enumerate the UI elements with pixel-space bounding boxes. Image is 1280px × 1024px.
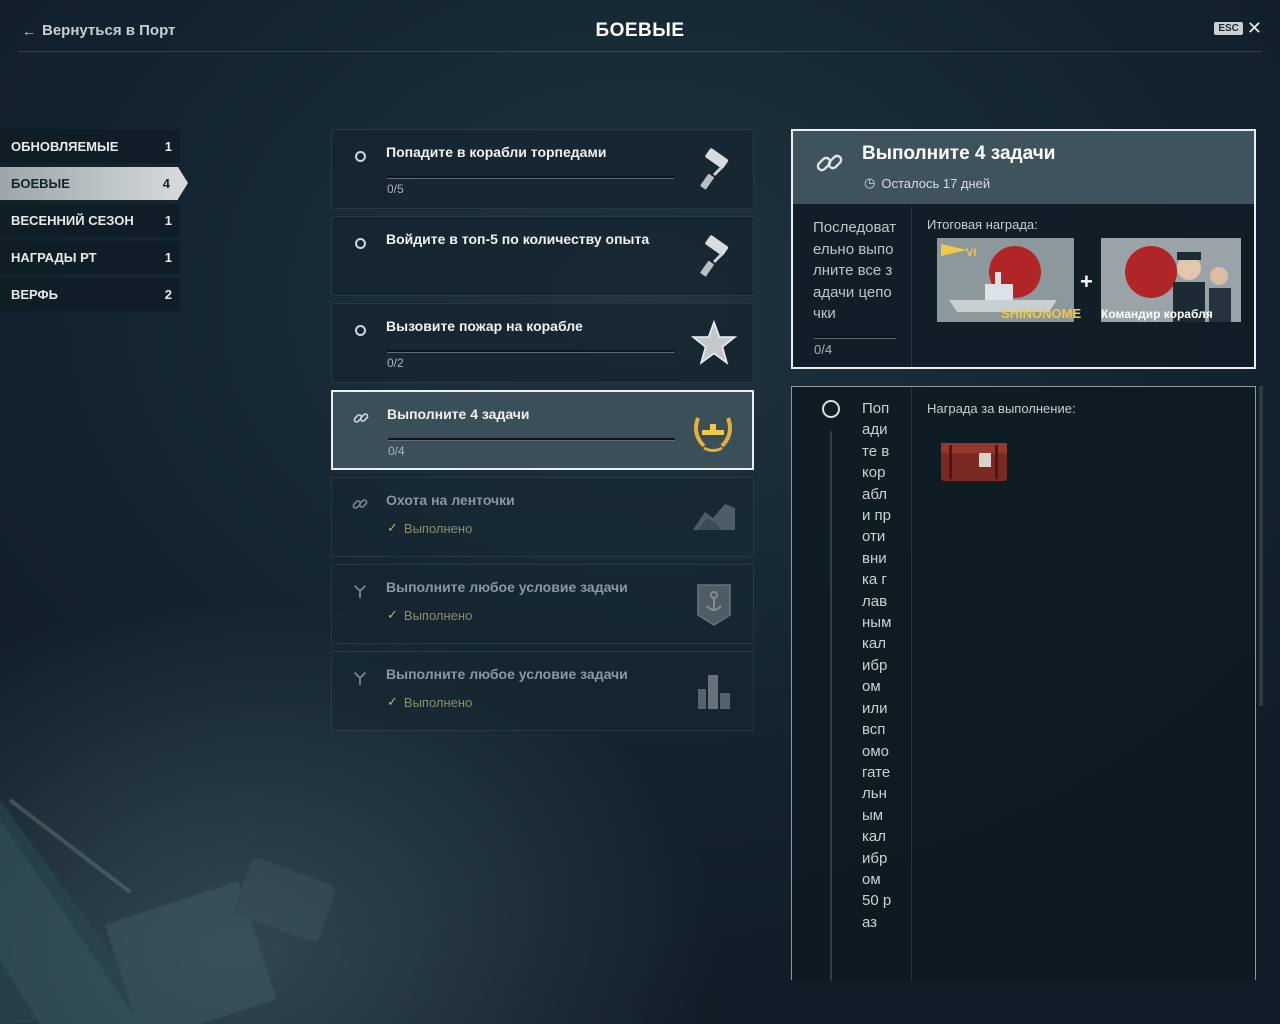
task-card-completed[interactable]: Охота на ленточки ✓ Выполнено — [331, 477, 754, 557]
close-icon: ✕ — [1246, 18, 1262, 38]
task-title: Выполните любое условие задачи — [386, 666, 628, 682]
task-progress: 0/4 — [388, 444, 405, 458]
task-card[interactable]: Вызовите пожар на корабле 0/2 — [331, 303, 754, 383]
chain-description: Последовательно выполните все задачи цеп… — [813, 219, 897, 322]
task-title: Вызовите пожар на корабле — [386, 318, 583, 334]
category-sidebar: ОБНОВЛЯЕМЫЕ 1 БОЕВЫЕ 4 ВЕСЕННИЙ СЕЗОН 1 … — [0, 130, 190, 315]
sidebar-item-label: ВЕСЕННИЙ СЕЗОН — [11, 213, 134, 228]
chain-summary-panel: Выполните 4 задачи ◷ Осталось 17 дней По… — [791, 129, 1256, 369]
task-progress: 0/2 — [387, 356, 404, 370]
task-card-completed[interactable]: Выполните любое условие задачи ✓ Выполне… — [331, 564, 754, 644]
star-icon — [691, 320, 737, 366]
completion-reward-label: Награда за выполнение: — [927, 401, 1076, 416]
circle-icon — [352, 235, 368, 251]
completed-status: ✓ Выполнено — [387, 607, 472, 623]
chain-link-icon — [816, 154, 843, 172]
port-slot-icon — [691, 668, 737, 714]
task-card[interactable]: Попадите в корабли торпедами 0/5 — [331, 129, 754, 209]
ship-tier-badge: VI — [966, 247, 977, 259]
task-card-selected[interactable]: Выполните 4 задачи 0/4 — [331, 390, 754, 470]
branch-icon — [352, 670, 368, 686]
divider — [911, 206, 912, 367]
sidebar-item-label: НАГРАДЫ РТ — [11, 250, 97, 265]
chain-progress: 0/4 — [814, 342, 833, 357]
circle-icon — [822, 400, 840, 418]
chain-link-icon — [353, 410, 369, 426]
camouflage-icon — [691, 494, 737, 540]
supply-crate-icon[interactable] — [939, 437, 1009, 485]
final-reward-label: Итоговая награда: — [927, 217, 1038, 232]
plus-icon: + — [1080, 269, 1093, 294]
checkmark-icon: ✓ — [387, 607, 398, 622]
detail-scrollbar[interactable] — [1259, 386, 1263, 706]
sidebar-item-spring-season[interactable]: ВЕСЕННИЙ СЕЗОН 1 — [0, 204, 180, 237]
task-title: Войдите в топ-5 по количеству опыта — [386, 231, 650, 247]
anchor-badge-icon — [691, 581, 737, 627]
time-remaining-label: Осталось 17 дней — [881, 175, 991, 191]
sidebar-item-count: 1 — [164, 213, 172, 228]
page-title: БОЕВЫЕ — [595, 20, 685, 41]
paint-roller-icon — [691, 233, 737, 279]
task-title: Выполните любое условие задачи — [386, 579, 628, 595]
timeline-line — [830, 431, 832, 980]
header-bar: ← Вернуться в Порт БОЕВЫЕ ESC ✕ — [18, 0, 1262, 52]
chain-link-icon — [352, 496, 368, 512]
task-title: Попадите в корабли торпедами — [386, 144, 607, 160]
paint-roller-icon — [691, 146, 737, 192]
branch-icon — [352, 583, 368, 599]
sidebar-item-label: ВЕРФЬ — [11, 287, 58, 302]
task-card-completed[interactable]: Выполните любое условие задачи ✓ Выполне… — [331, 651, 754, 731]
esc-key-badge: ESC — [1214, 21, 1243, 35]
sidebar-item-count: 2 — [164, 287, 172, 302]
task-card[interactable]: Войдите в топ-5 по количеству опыта — [331, 216, 754, 296]
commander-label: Командир корабля — [1101, 307, 1213, 321]
completed-label: Выполнено — [403, 607, 473, 623]
task-list: Попадите в корабли торпедами 0/5 Войдите… — [331, 129, 754, 738]
sidebar-item-shipyard[interactable]: ВЕРФЬ 2 — [0, 278, 180, 311]
completed-status: ✓ Выполнено — [387, 520, 472, 536]
task-title: Охота на ленточки — [386, 492, 515, 508]
completed-status: ✓ Выполнено — [387, 694, 472, 710]
time-remaining: ◷ Осталось 17 дней — [864, 175, 990, 191]
sidebar-item-label: ОБНОВЛЯЕМЫЕ — [11, 139, 119, 154]
sidebar-item-updatable[interactable]: ОБНОВЛЯЕМЫЕ 1 — [0, 130, 180, 163]
clock-icon: ◷ — [864, 175, 876, 190]
checkmark-icon: ✓ — [387, 694, 398, 709]
checkmark-icon: ✓ — [387, 520, 398, 535]
sidebar-item-combat[interactable]: БОЕВЫЕ 4 — [0, 167, 188, 200]
chain-title: Выполните 4 задачи — [862, 143, 1056, 164]
task-progress: 0/5 — [387, 182, 404, 196]
task-detail-panel: Попадите в корабли противника главным ка… — [791, 386, 1256, 980]
completed-label: Выполнено — [403, 520, 473, 536]
sidebar-item-count: 1 — [164, 139, 172, 154]
divider — [911, 387, 912, 980]
sidebar-item-count: 4 — [162, 176, 170, 191]
circle-icon — [352, 322, 368, 338]
task-progress-bar — [387, 350, 674, 353]
sidebar-item-count: 1 — [164, 250, 172, 265]
task-title: Выполните 4 задачи — [387, 406, 530, 422]
circle-icon — [352, 148, 368, 164]
chain-header: Выполните 4 задачи ◷ Осталось 17 дней — [793, 131, 1254, 204]
chain-progress-bar — [814, 336, 896, 339]
close-button[interactable]: ESC ✕ — [1214, 18, 1262, 38]
background-map-decor — [0, 798, 336, 1024]
task-progress-bar — [388, 438, 675, 441]
task-condition-text: Попадите в корабли противника главным ка… — [862, 400, 892, 931]
completed-label: Выполнено — [403, 694, 473, 710]
sidebar-item-pt-rewards[interactable]: НАГРАДЫ РТ 1 — [0, 241, 180, 274]
task-progress-bar — [387, 176, 674, 179]
sidebar-item-label: БОЕВЫЕ — [11, 176, 70, 191]
ship-name: SHINONOME — [1001, 306, 1082, 321]
laurel-ship-icon — [690, 408, 736, 454]
